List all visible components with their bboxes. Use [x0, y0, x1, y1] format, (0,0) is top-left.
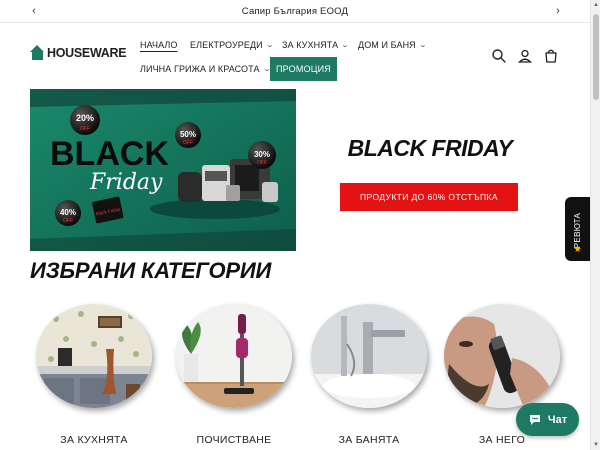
nav-item-promo[interactable]: ПРОМОЦИЯ [270, 57, 337, 81]
hero-text-block: BLACK FRIDAY [330, 135, 530, 162]
chevron-down-icon: ⌄ [265, 42, 274, 49]
page-scrollbar[interactable]: ▲ ▼ [590, 0, 600, 450]
reviews-tab[interactable]: РЕВЮТА ★ [565, 197, 590, 261]
section-title: ИЗБРАНИ КАТЕГОРИИ [30, 258, 272, 283]
balloon-label: 50% [180, 130, 196, 139]
nav-item-kitchen[interactable]: ЗА КУХНЯТА ⌄ [282, 40, 350, 50]
logo[interactable]: HOUSEWARE [30, 45, 127, 60]
nav-item-home[interactable]: НАЧАЛО [140, 40, 178, 50]
nav-item-label: ДОМ И БАНЯ [358, 40, 416, 50]
category-name[interactable]: ЗА КУХНЯТА [36, 434, 152, 446]
category-name[interactable]: ПОЧИСТВАНЕ [176, 434, 292, 446]
balloon-label: 30% [254, 150, 270, 159]
chevron-left-icon[interactable]: ‹ [27, 4, 41, 18]
balloon-label: 20% [76, 113, 94, 123]
hero-title: BLACK FRIDAY [347, 135, 513, 161]
category-image [444, 304, 560, 408]
category-name[interactable]: ЗА БАНЯТА [311, 434, 427, 446]
category-image [176, 304, 292, 408]
nav-item-label: ЕЛЕКТРОУРЕДИ [190, 40, 263, 50]
reviews-tab-label: РЕВЮТА [573, 212, 582, 248]
category-bathroom[interactable]: ЗА БАНЯТА [311, 304, 427, 446]
nav-item-label: ПРОМОЦИЯ [276, 64, 331, 74]
balloon-sub: OFF [257, 160, 267, 166]
balloon-sub: OFF [183, 140, 193, 146]
announcement-text: Сапир България ЕООД [241, 5, 349, 17]
hero-banner-image[interactable]: BLACK Friday 20% OFF 50% OFF 30% OFF 40%… [30, 89, 296, 251]
banner-title-big: BLACK [50, 135, 169, 173]
category-kitchen[interactable]: ЗА КУХНЯТА [36, 304, 152, 446]
nav-item-label: НАЧАЛО [140, 40, 178, 50]
chat-label: Чат [547, 413, 568, 426]
chevron-down-icon: ⌄ [341, 42, 350, 49]
chevron-down-icon: ⌄ [418, 42, 427, 49]
nav-item-label: ЗА КУХНЯТА [282, 40, 339, 50]
banner-title-script: Friday [89, 170, 163, 195]
category-image [311, 304, 427, 408]
category-image [36, 304, 152, 408]
account-icon[interactable] [517, 48, 533, 64]
nav-item-home-bath[interactable]: ДОМ И БАНЯ ⌄ [358, 40, 427, 50]
chat-button[interactable]: Чат [516, 403, 579, 436]
nav-item-label: ЛИЧНА ГРИЖА И КРАСОТА [140, 64, 260, 74]
search-icon[interactable] [491, 48, 507, 64]
balloon-sub: OFF [80, 126, 90, 132]
scrollbar-thumb[interactable] [593, 14, 599, 100]
nav-item-personal-care[interactable]: ЛИЧНА ГРИЖА И КРАСОТА ⌄ [140, 64, 271, 74]
chat-icon [529, 414, 540, 425]
hero-cta-button[interactable]: ПРОДУКТИ ДО 60% ОТСТЪПКА [340, 183, 518, 211]
logo-text: HOUSEWARE [47, 45, 127, 60]
nav-item-electronics[interactable]: ЕЛЕКТРОУРЕДИ ⌄ [190, 40, 274, 50]
category-cleaning[interactable]: ПОЧИСТВАНЕ [176, 304, 292, 446]
house-icon [30, 45, 45, 60]
balloon-sub: OFF [63, 218, 73, 224]
star-icon: ★ [573, 244, 582, 254]
balloon-label: 40% [60, 208, 76, 217]
chevron-right-icon[interactable]: › [551, 4, 565, 18]
cart-icon[interactable] [543, 48, 559, 64]
scroll-down-icon[interactable]: ▼ [593, 442, 599, 448]
announcement-bar: ‹ Сапир България ЕООД › [0, 0, 590, 23]
category-for-him[interactable]: ЗА НЕГО [444, 304, 560, 446]
scroll-up-icon[interactable]: ▲ [593, 2, 599, 8]
